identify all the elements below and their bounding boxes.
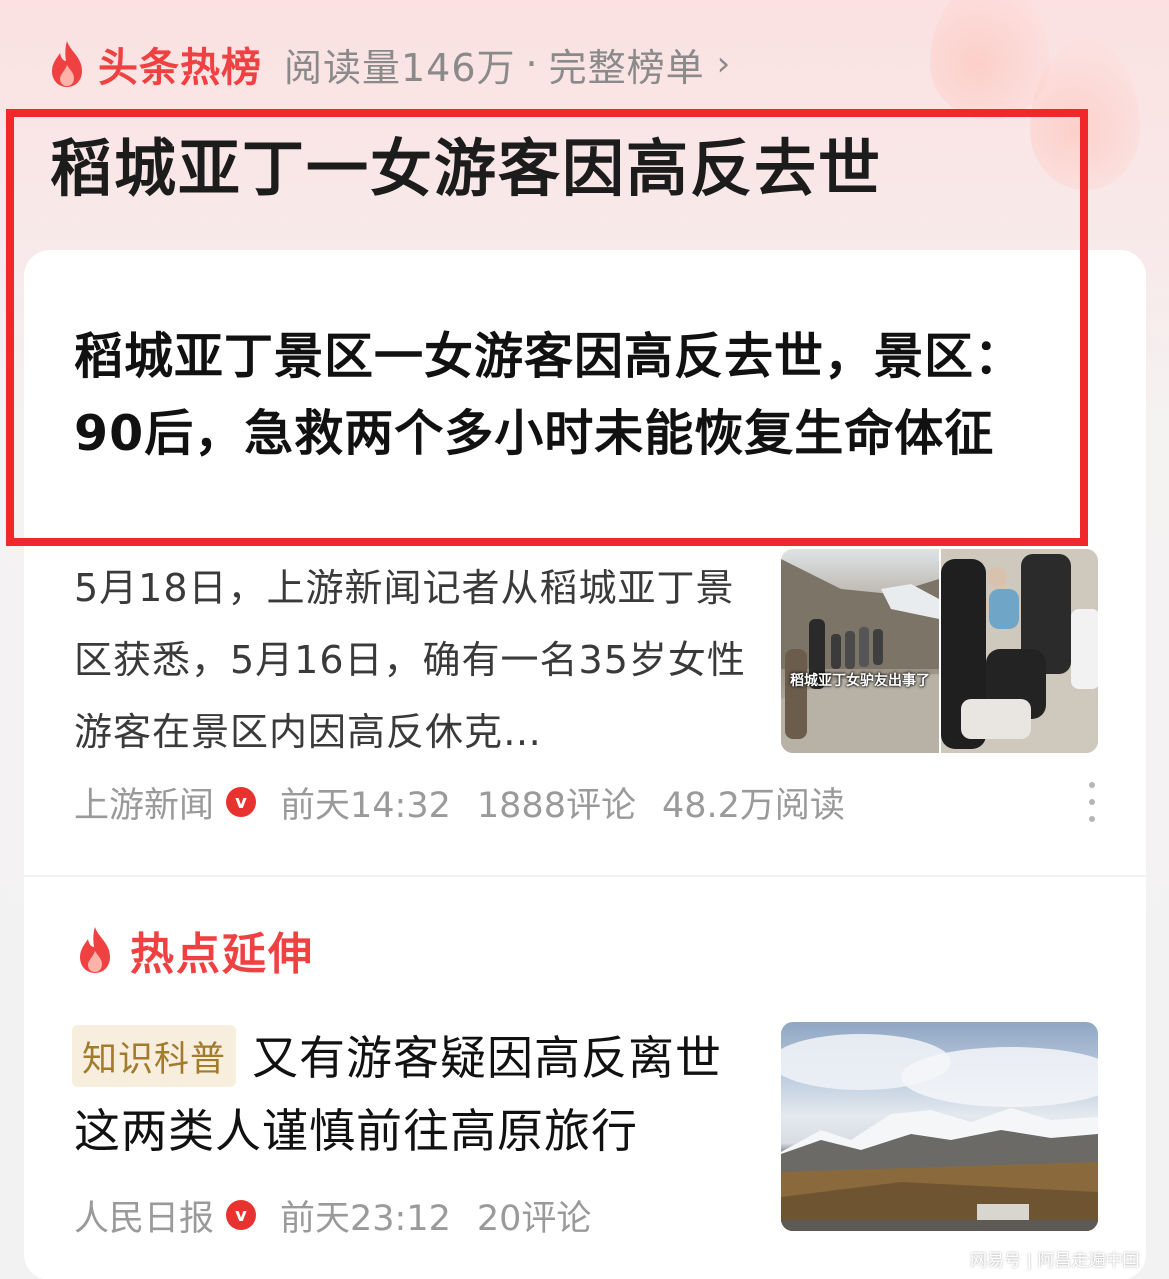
divider — [24, 875, 1146, 877]
article-thumbnail[interactable]: 稻城亚丁女驴友出事了 — [781, 549, 1098, 753]
read-count: 阅读量146万 — [284, 45, 516, 90]
flame-icon — [74, 925, 116, 975]
article-meta: 人民日报 v 前天23:12 20评论 — [74, 1193, 591, 1239]
source-name[interactable]: 上游新闻 — [74, 777, 214, 828]
thumbnail-caption: 稻城亚丁女驴友出事了 — [790, 673, 930, 689]
hot-extension-label: 热点延伸 — [130, 929, 314, 980]
dot — [1089, 799, 1095, 805]
highlight-box — [6, 109, 1088, 546]
publish-time: 前天23:12 — [280, 1198, 451, 1239]
thumbnail-photo-trail: 稻城亚丁女驴友出事了 — [781, 549, 939, 753]
category-tag: 知识科普 — [72, 1025, 236, 1087]
more-options-icon[interactable] — [1087, 782, 1097, 822]
article-title-line2[interactable]: 这两类人谨慎前往高原旅行 — [74, 1098, 638, 1164]
article-meta: 上游新闻 v 前天14:32 1888评论 48.2万阅读 — [74, 780, 845, 826]
hot-extension-header: 热点延伸 — [74, 920, 314, 980]
separator-dot: · — [525, 42, 539, 86]
publish-time: 前天14:32 — [280, 785, 451, 826]
verified-badge-icon: v — [226, 1200, 257, 1230]
chevron-right-icon: › — [716, 44, 731, 84]
watermark: 网易号 | 阿昌走遍中国 — [970, 1251, 1140, 1271]
verified-badge-icon: v — [226, 787, 257, 817]
hot-list-title: 头条热榜 — [98, 45, 262, 91]
comment-count: 1888评论 — [476, 785, 636, 826]
thumbnail-photo-rescue — [939, 549, 1098, 753]
flame-icon — [46, 39, 88, 89]
article-summary[interactable]: 5月18日，上游新闻记者从稻城亚丁景区获悉，5月16日，确有一名35岁女性游客在… — [74, 552, 754, 768]
article-thumbnail[interactable] — [781, 1022, 1098, 1231]
article-title-line1[interactable]: 又有游客疑因高反离世 — [252, 1025, 722, 1091]
hot-list-header[interactable]: 头条热榜 阅读量146万 · 完整榜单 › — [46, 34, 730, 94]
dot — [1089, 816, 1095, 822]
comment-count: 20评论 — [476, 1198, 592, 1239]
read-count-article: 48.2万阅读 — [661, 785, 845, 826]
dot — [1089, 782, 1095, 788]
full-list-link[interactable]: 完整榜单 — [549, 37, 705, 92]
source-name[interactable]: 人民日报 — [74, 1190, 214, 1241]
